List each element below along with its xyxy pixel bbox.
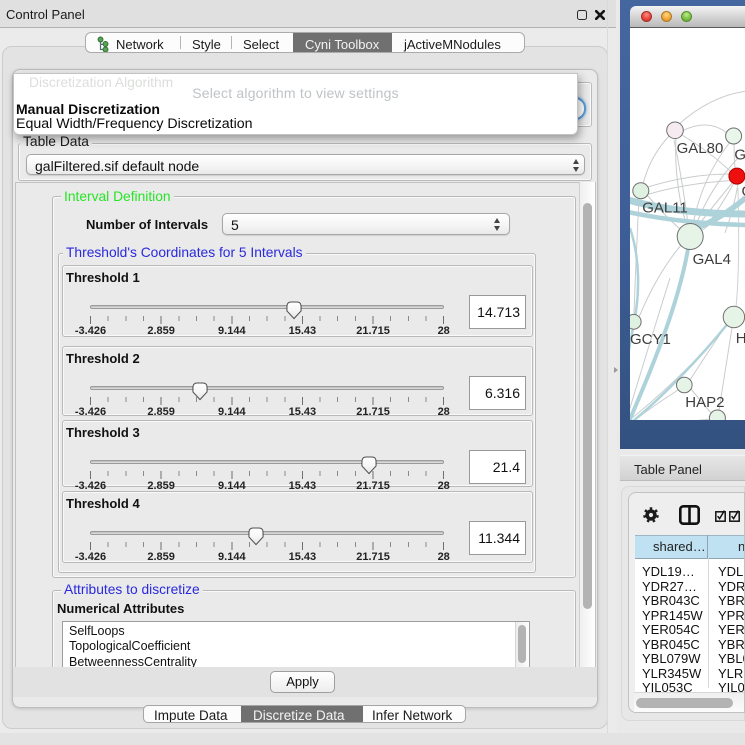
svg-text:H: H <box>736 330 745 347</box>
svg-text:GCY1: GCY1 <box>630 331 671 348</box>
svg-text:HAP2: HAP2 <box>685 394 724 411</box>
svg-text:G: G <box>742 183 745 200</box>
svg-text:GA: GA <box>734 147 745 164</box>
svg-text:GAL11: GAL11 <box>642 199 688 216</box>
svg-text:GAL4: GAL4 <box>693 251 731 268</box>
svg-text:GAL80: GAL80 <box>677 140 724 157</box>
